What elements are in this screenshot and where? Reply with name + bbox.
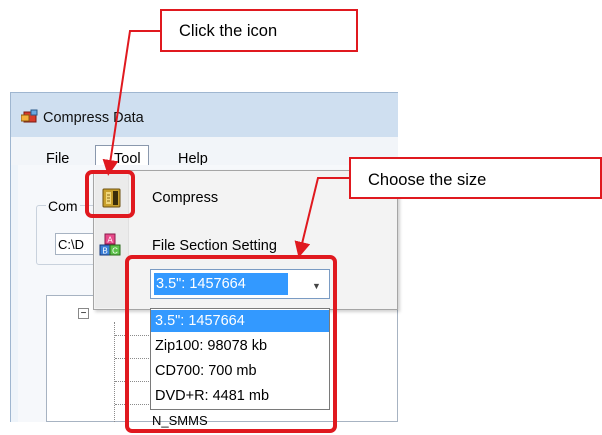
callout-2-arrow	[294, 177, 349, 258]
callout-choose-size: Choose the size	[349, 157, 602, 199]
callout-1-arrow	[102, 30, 160, 176]
callout-click-icon: Click the icon	[160, 9, 358, 52]
annotation-arrows	[102, 30, 349, 258]
